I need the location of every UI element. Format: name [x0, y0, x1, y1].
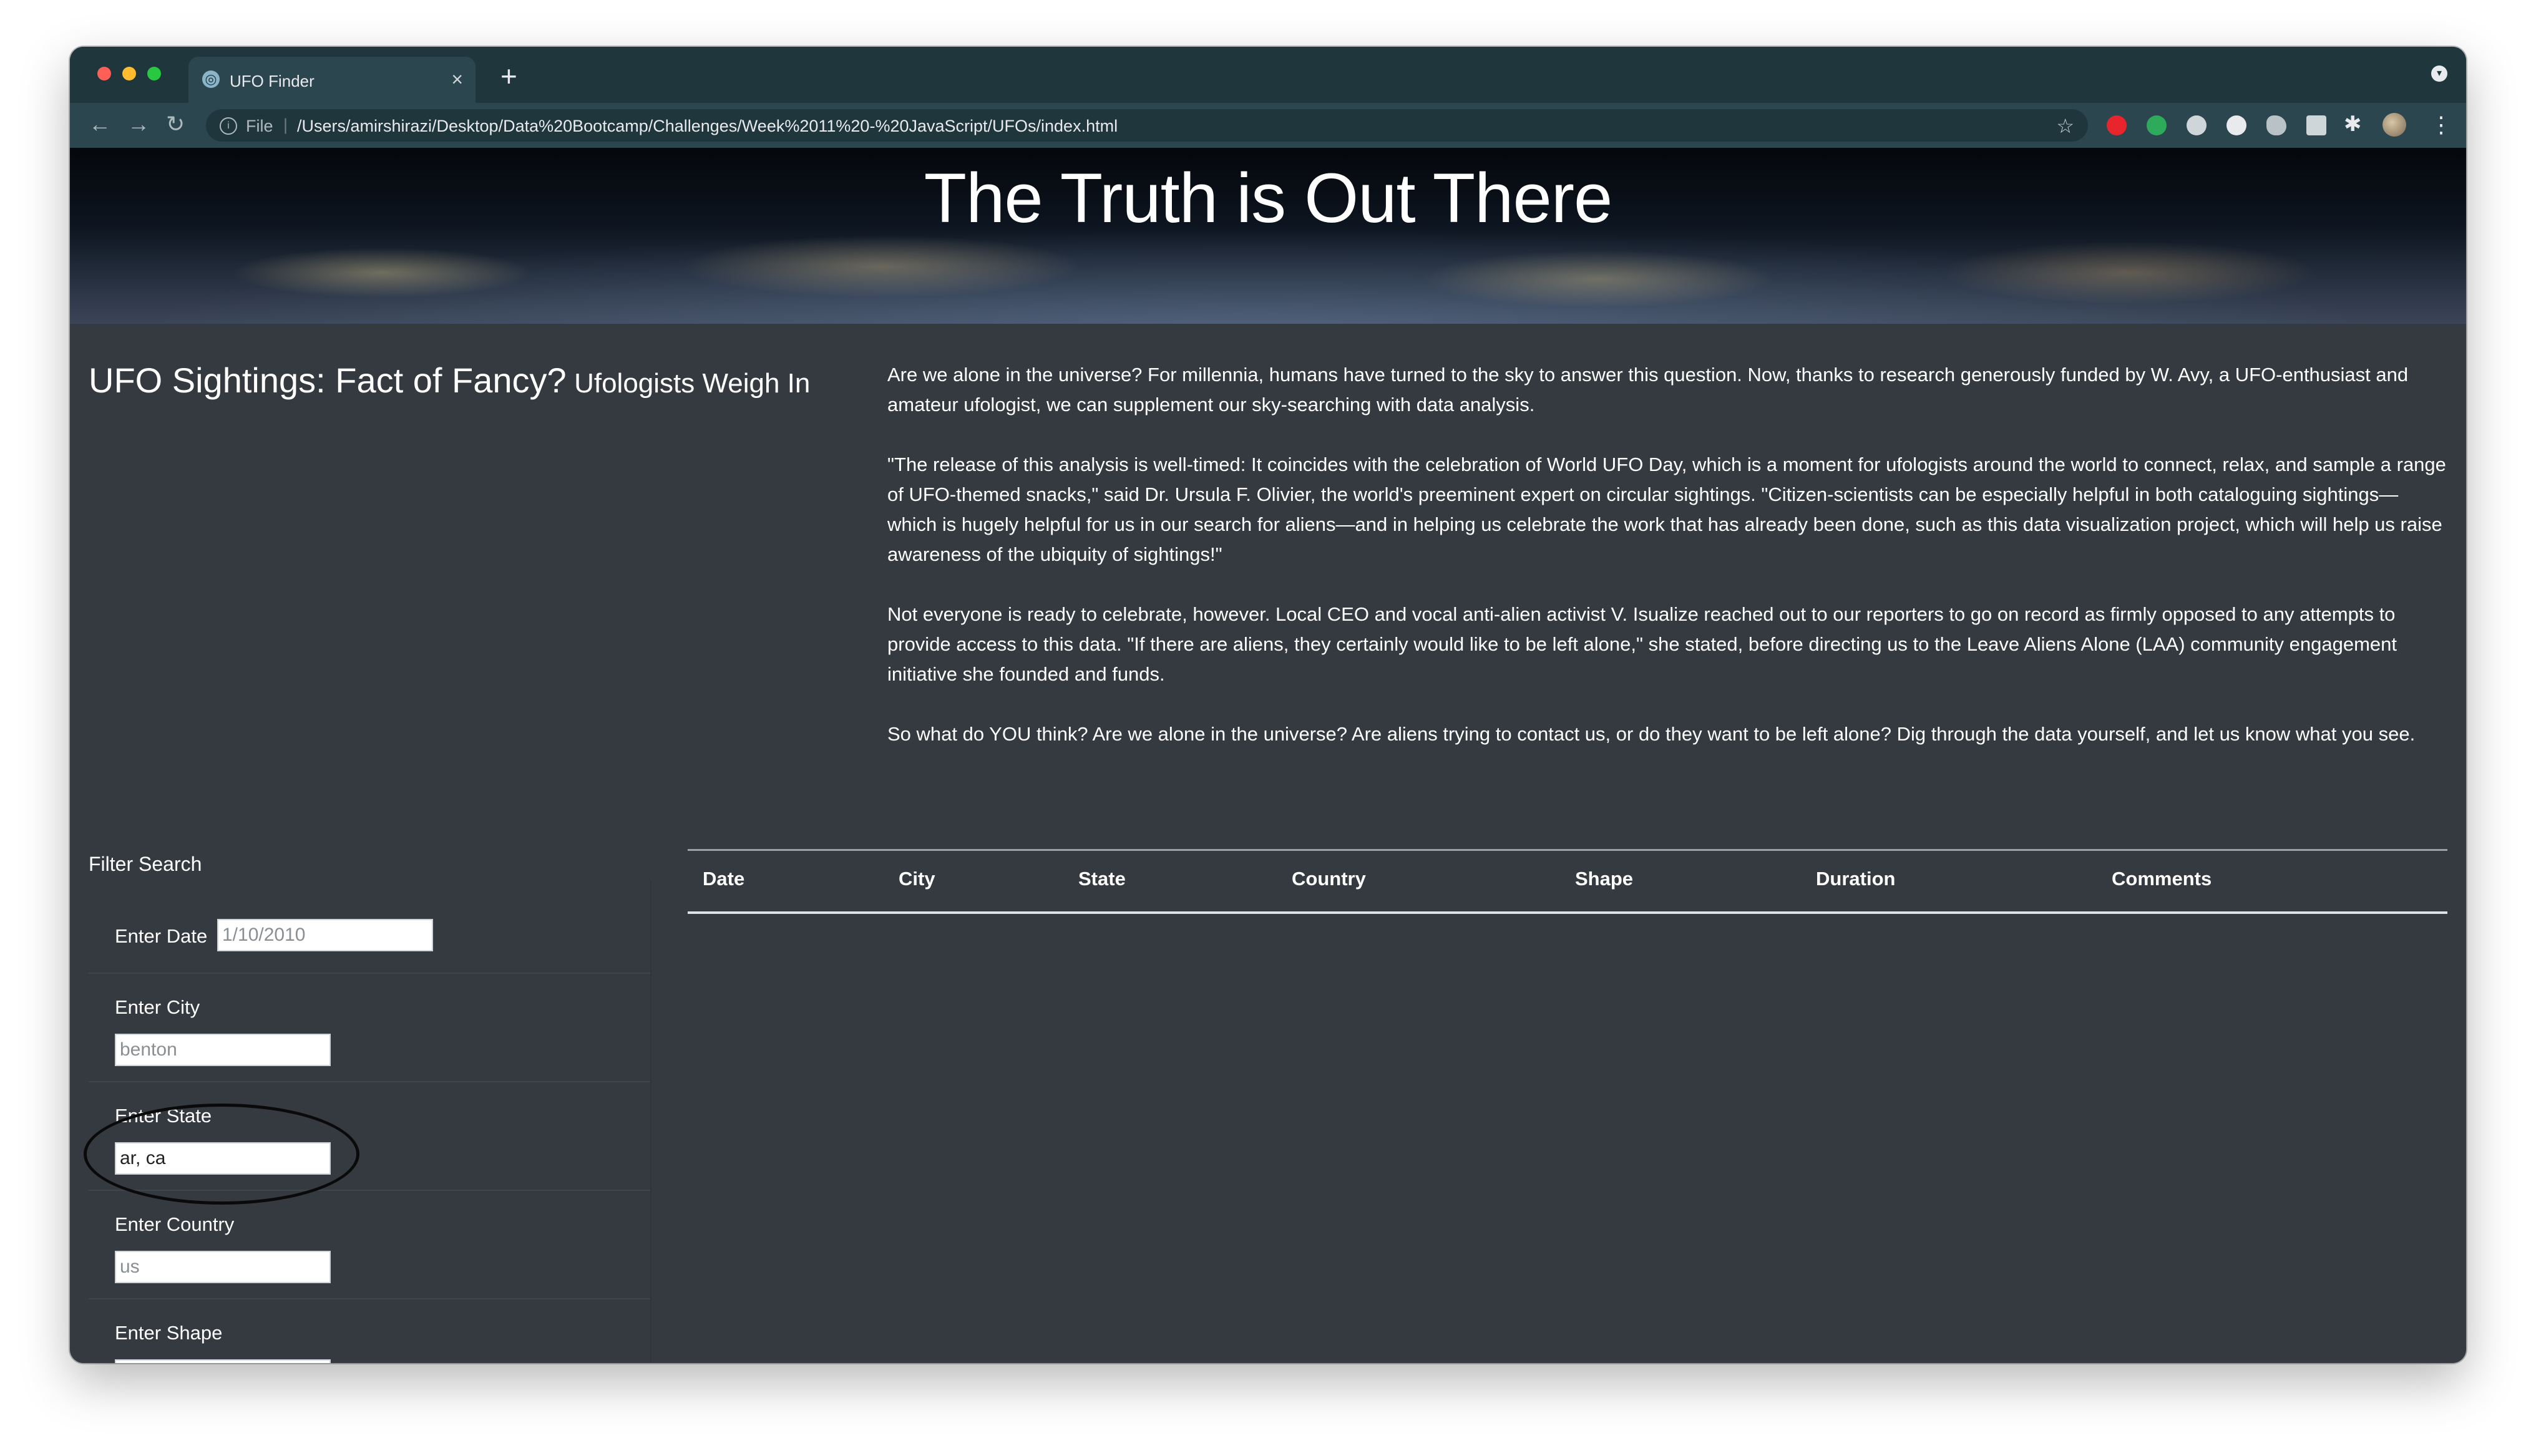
bookmark-star-icon[interactable]: ☆ — [2056, 114, 2074, 138]
forward-icon[interactable]: → — [127, 112, 150, 137]
page-content: The Truth is Out There UFO Sightings: Fa… — [70, 148, 2466, 1363]
article-paragraph: "The release of this analysis is well-ti… — [887, 454, 2446, 565]
url-separator: | — [283, 115, 288, 134]
table-header-rule — [688, 911, 2447, 914]
extension-red-icon[interactable] — [2107, 115, 2127, 135]
column-header-date[interactable]: Date — [703, 868, 744, 890]
extension-icon[interactable] — [2187, 115, 2207, 135]
column-header-comments[interactable]: Comments — [2112, 868, 2212, 890]
browser-tab[interactable]: ◎ UFO Finder × — [188, 57, 476, 103]
city-input[interactable] — [115, 1034, 331, 1066]
info-icon[interactable]: i — [220, 117, 237, 135]
table-top-rule — [688, 849, 2447, 851]
intro-title: UFO Sightings: Fact of Fancy? — [89, 361, 567, 400]
shape-input[interactable] — [115, 1359, 331, 1363]
filter-item-shape: Enter Shape — [89, 1299, 650, 1363]
tab-bar: ◎ UFO Finder × + ▾ — [70, 47, 2466, 103]
hero-title: The Truth is Out There — [924, 159, 1613, 237]
filter-item-country: Enter Country — [89, 1191, 650, 1299]
tab-title: UFO Finder — [230, 72, 315, 90]
url-text[interactable]: /Users/amirshirazi/Desktop/Data%20Bootca… — [297, 117, 1118, 136]
back-icon[interactable]: ← — [89, 112, 111, 137]
article-paragraph: Not everyone is ready to celebrate, howe… — [887, 603, 2397, 685]
hero-banner: The Truth is Out There — [70, 148, 2466, 324]
city-label: Enter City — [115, 996, 200, 1018]
extension-square-icon[interactable] — [2306, 115, 2326, 135]
browser-window: ◎ UFO Finder × + ▾ ← → ↻ i File | /Users… — [70, 47, 2466, 1363]
article-text: Are we alone in the universe? For millen… — [887, 360, 2447, 779]
menu-icon[interactable]: ⋮ — [2430, 112, 2452, 138]
article-paragraph: So what do YOU think? Are we alone in th… — [887, 723, 2416, 745]
extension-bird-icon[interactable] — [2266, 115, 2286, 135]
extensions-icon[interactable]: ✱ — [2344, 112, 2362, 137]
country-input[interactable] — [115, 1251, 331, 1283]
extension-grammarly-icon[interactable] — [2147, 115, 2167, 135]
filter-item-date: Enter Date — [89, 903, 650, 974]
profile-avatar[interactable] — [2382, 113, 2406, 137]
intro-heading: UFO Sightings: Fact of Fancy? Ufologists… — [89, 360, 810, 400]
new-tab-button[interactable]: + — [500, 59, 517, 93]
filter-item-city: Enter City — [89, 974, 650, 1082]
date-input[interactable] — [217, 919, 433, 951]
article-paragraph: Are we alone in the universe? For millen… — [887, 364, 2409, 415]
date-label: Enter Date — [115, 925, 208, 947]
shape-label: Enter Shape — [115, 1322, 223, 1344]
window-close-button[interactable] — [97, 67, 111, 80]
url-scheme: File — [246, 117, 273, 135]
filter-search-title: Filter Search — [89, 853, 202, 875]
intro-subtitle: Ufologists Weigh In — [574, 368, 811, 399]
reload-icon[interactable]: ↻ — [166, 112, 185, 137]
column-header-city[interactable]: City — [899, 868, 935, 890]
column-header-duration[interactable]: Duration — [1816, 868, 1895, 890]
globe-icon: ◎ — [202, 70, 220, 88]
column-header-shape[interactable]: Shape — [1575, 868, 1633, 890]
tab-search-icon[interactable]: ▾ — [2431, 66, 2447, 82]
address-bar[interactable]: i File | /Users/amirshirazi/Desktop/Data… — [206, 109, 2088, 142]
browser-toolbar: ← → ↻ i File | /Users/amirshirazi/Deskto… — [70, 103, 2466, 148]
tab-close-icon[interactable]: × — [451, 68, 463, 91]
column-header-country[interactable]: Country — [1292, 868, 1366, 890]
country-label: Enter Country — [115, 1213, 235, 1235]
annotation-circle — [84, 1104, 359, 1205]
column-header-state[interactable]: State — [1078, 868, 1126, 890]
extension-circle-icon[interactable] — [2226, 115, 2246, 135]
window-minimize-button[interactable] — [122, 67, 136, 80]
filter-panel-divider — [650, 881, 651, 1363]
window-maximize-button[interactable] — [147, 67, 161, 80]
